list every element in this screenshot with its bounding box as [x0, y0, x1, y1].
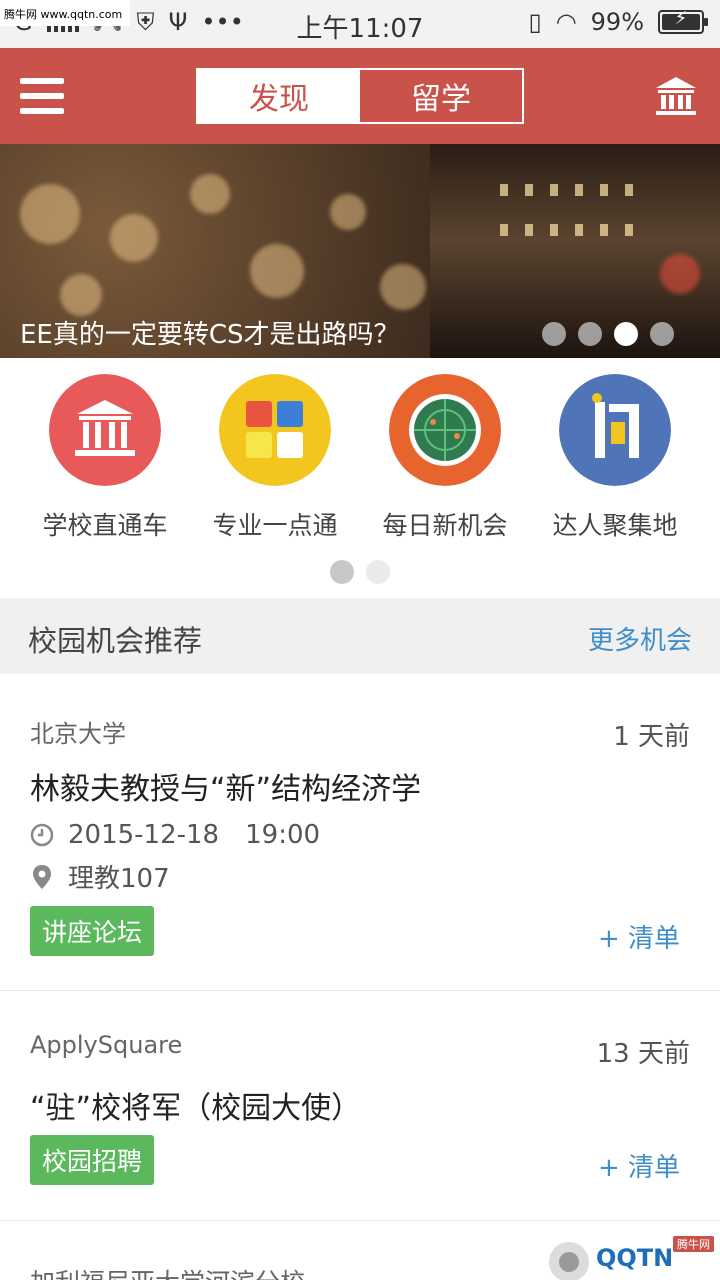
vibrate-icon: ▯ [528, 8, 542, 36]
tab-discover[interactable]: 发现 [198, 70, 360, 122]
watermark-tag: 腾牛网 [673, 1236, 714, 1252]
watermark-logo: QQTN 腾牛网 [540, 1234, 720, 1280]
add-to-list-button[interactable]: + 清单 [598, 918, 680, 955]
battery-percent: 99% [590, 8, 644, 36]
category-experts[interactable]: 达人聚集地 [530, 374, 700, 542]
item-org: ApplySquare [30, 1031, 183, 1059]
category-major[interactable]: 专业一点通 [190, 374, 360, 542]
item-title: 林毅夫教授与“新”结构经济学 [30, 772, 422, 807]
university-icon [49, 374, 161, 486]
category-label: 达人聚集地 [552, 511, 678, 540]
category-grid: 学校直通车 专业一点通 每日新机会 达人聚集地 [0, 358, 720, 598]
banner-page-indicator [542, 322, 674, 346]
banner-caption: EE真的一定要转CS才是出路吗？ [20, 320, 400, 350]
watermark-text: QQTN [596, 1244, 674, 1272]
section-title: 校园机会推荐 [28, 624, 203, 658]
university-icon[interactable] [654, 74, 698, 118]
grid-blocks-icon [219, 374, 331, 486]
list-item[interactable]: 北京大学 1 天前 林毅夫教授与“新”结构经济学 2015-12-18 19:0… [0, 674, 720, 991]
banner-dot [614, 322, 638, 346]
banner-dot [650, 322, 674, 346]
banner-dot [578, 322, 602, 346]
segment-tabs: 发现 留学 [196, 68, 524, 124]
item-org: 加利福尼亚大学河滨分校 [30, 1263, 305, 1280]
question-icon [559, 374, 671, 486]
category-page-dot [366, 560, 390, 584]
category-page-indicator [330, 560, 390, 584]
category-daily[interactable]: 每日新机会 [360, 374, 530, 542]
category-label: 每日新机会 [382, 511, 508, 540]
list-item[interactable]: ApplySquare 13 天前 “驻”校将军（校园大使） 校园招聘 + 清单 [0, 991, 720, 1221]
section-header: 校园机会推荐 更多机会 [0, 598, 720, 674]
item-title: “驻”校将军（校园大使） [30, 1091, 362, 1126]
wifi-icon: ◠ [555, 8, 577, 36]
banner-dot [542, 322, 566, 346]
category-page-dot [330, 560, 354, 584]
battery-icon: ⚡ [658, 8, 708, 34]
app-header: 发现 留学 [0, 48, 720, 144]
add-to-list-button[interactable]: + 清单 [598, 1147, 680, 1184]
radar-icon [389, 374, 501, 486]
category-label: 学校直通车 [42, 511, 168, 540]
item-time: 19:00 [245, 820, 321, 850]
tab-study-abroad[interactable]: 留学 [360, 70, 522, 122]
item-time-ago: 1 天前 [613, 722, 690, 752]
banner-carousel[interactable]: EE真的一定要转CS才是出路吗？ [0, 144, 720, 358]
category-school[interactable]: 学校直通车 [20, 374, 190, 542]
item-org: 北京大学 [30, 720, 126, 748]
item-location: 理教107 [68, 864, 170, 894]
category-label: 专业一点通 [212, 511, 338, 540]
item-tag: 讲座论坛 [30, 906, 155, 956]
item-time-ago: 13 天前 [596, 1039, 690, 1069]
item-date: 2015-12-18 [68, 820, 220, 850]
watermark-top: 腾牛网 www.qqtn.com [0, 0, 130, 26]
location-pin-icon [33, 864, 51, 889]
watermark-emblem-icon [549, 1242, 589, 1280]
item-tag: 校园招聘 [30, 1135, 155, 1185]
more-opportunities-link[interactable]: 更多机会 [588, 620, 692, 657]
clock-icon [30, 823, 54, 847]
menu-icon[interactable] [20, 78, 64, 114]
